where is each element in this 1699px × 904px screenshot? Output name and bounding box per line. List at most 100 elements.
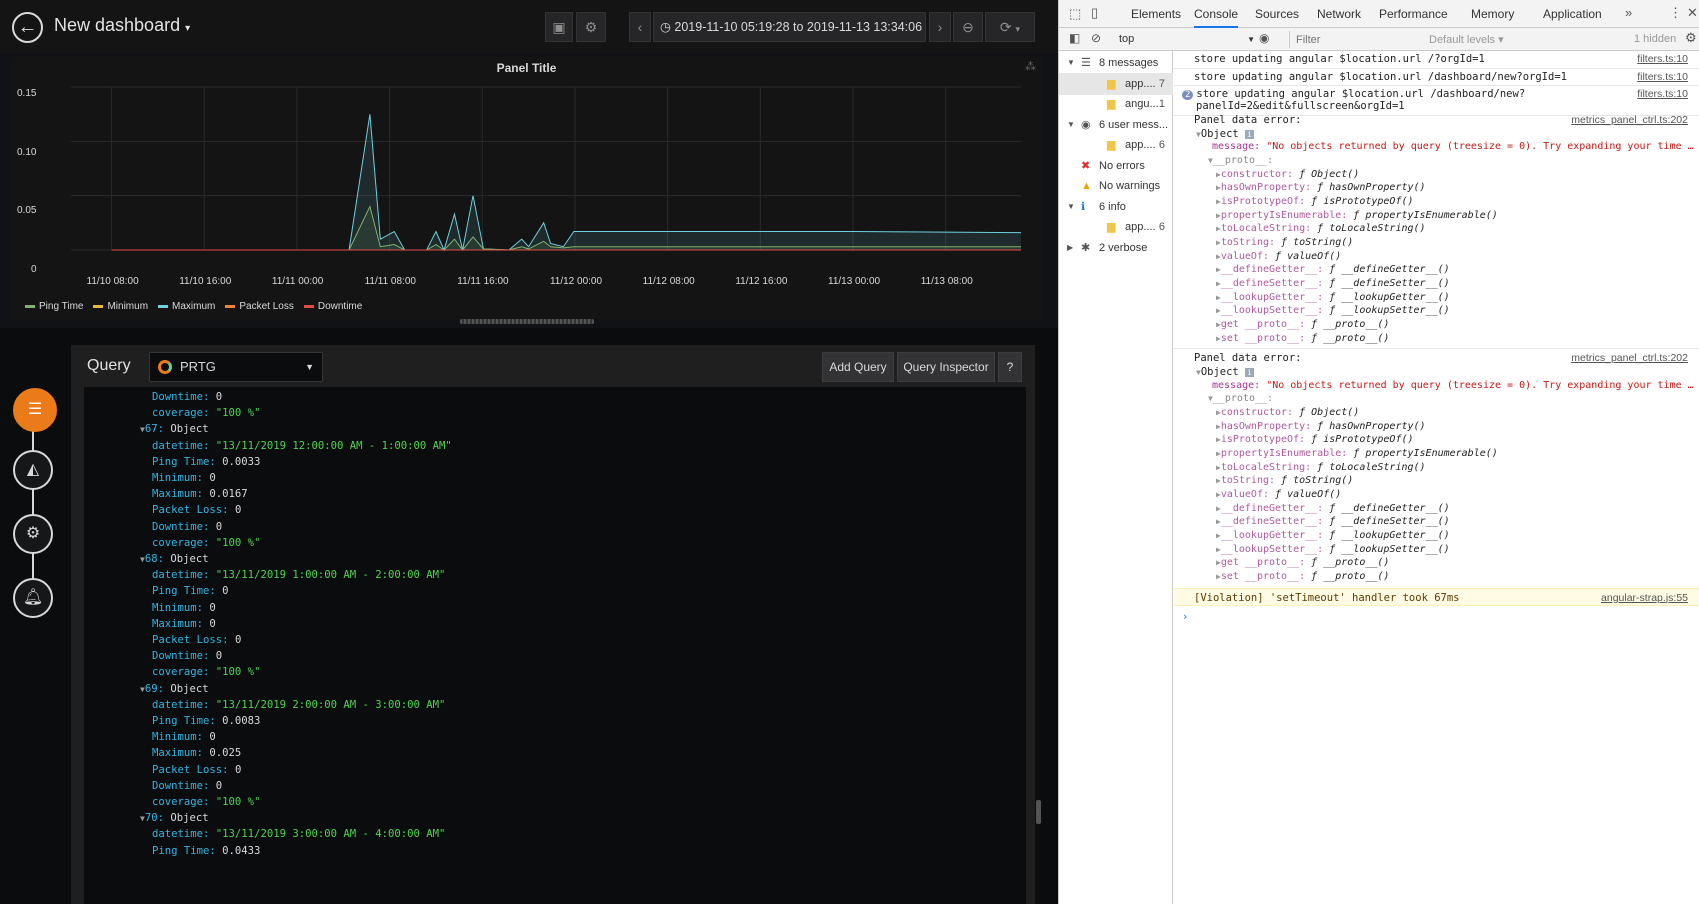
queries-tab[interactable]: ☰ bbox=[13, 388, 57, 432]
source-link[interactable]: filters.ts:10 bbox=[1637, 53, 1688, 65]
console-sidebar: ▼ ☰ 8 messages ▆ app.... 7 ▆ angu... 1 ▼ ◉ 6 user m… bbox=[1059, 51, 1173, 904]
proto-property[interactable]: ▶toLocaleString: ƒ toLocaleString() bbox=[1216, 462, 1426, 473]
context-select[interactable]: top ▼ bbox=[1119, 31, 1259, 48]
time-shift-forward-button[interactable]: › bbox=[929, 12, 951, 42]
clear-console-icon[interactable]: ⊘ bbox=[1091, 31, 1101, 45]
console-sidebar-item[interactable]: ▆ app.... 6 bbox=[1059, 134, 1173, 156]
proto-property[interactable]: ▶isPrototypeOf: ƒ isPrototypeOf() bbox=[1216, 434, 1414, 445]
source-link[interactable]: angular-strap.js:55 bbox=[1601, 592, 1688, 604]
dashboard-settings-button[interactable]: ⚙ bbox=[576, 12, 606, 42]
legend-item[interactable]: Downtime bbox=[303, 301, 362, 312]
source-link[interactable]: filters.ts:10 bbox=[1637, 88, 1688, 100]
zoom-out-button[interactable]: ⊖ bbox=[953, 12, 983, 42]
proto-property[interactable]: ▶__lookupGetter__: ƒ __lookupGetter__() bbox=[1216, 292, 1450, 303]
tab-sources[interactable]: Sources bbox=[1255, 7, 1299, 21]
proto-property[interactable]: ▶__defineGetter__: ƒ __defineGetter__() bbox=[1216, 503, 1450, 514]
help-button[interactable]: ? bbox=[998, 352, 1022, 382]
proto-property[interactable]: ▶set __proto__: ƒ __proto__() bbox=[1216, 571, 1389, 582]
proto-property[interactable]: ▶__lookupSetter__: ƒ __lookupSetter__() bbox=[1216, 305, 1450, 316]
tab-memory[interactable]: Memory bbox=[1471, 7, 1514, 21]
console-sidebar-item[interactable]: ▲ No warnings bbox=[1059, 175, 1173, 197]
editor-scrollbar[interactable] bbox=[1036, 800, 1041, 824]
proto-property[interactable]: ▶__lookupGetter__: ƒ __lookupGetter__() bbox=[1216, 530, 1450, 541]
visualization-tab[interactable]: ◭ bbox=[13, 450, 53, 490]
query-inspector-button[interactable]: Query Inspector bbox=[897, 352, 995, 382]
sidebar-toggle-icon[interactable]: ◧ bbox=[1069, 31, 1080, 45]
proto-property[interactable]: ▶toLocaleString: ƒ toLocaleString() bbox=[1216, 223, 1426, 234]
general-tab[interactable]: ⚙ bbox=[13, 514, 53, 554]
dashboard-title-button[interactable]: New dashboard ▾ bbox=[54, 15, 190, 36]
tab-elements[interactable]: Elements bbox=[1131, 7, 1181, 21]
console-sidebar-item[interactable]: ▆ app.... 7 bbox=[1059, 72, 1173, 95]
tab-performance[interactable]: Performance bbox=[1379, 7, 1448, 21]
graph-plot[interactable] bbox=[11, 57, 1042, 277]
back-button[interactable]: ← bbox=[12, 12, 43, 43]
legend-item[interactable]: Maximum bbox=[158, 301, 215, 312]
json-object-node[interactable]: ▼68: Object bbox=[140, 551, 209, 567]
object-node[interactable]: ▼Object i bbox=[1196, 366, 1255, 378]
kebab-menu-icon[interactable]: ⋮ bbox=[1669, 5, 1682, 21]
save-dashboard-button[interactable]: ▣ bbox=[545, 12, 573, 42]
proto-property[interactable]: ▶get __proto__: ƒ __proto__() bbox=[1216, 319, 1389, 330]
inspect-element-icon[interactable]: ⬚ bbox=[1069, 6, 1081, 22]
console-sidebar-item[interactable]: ▼ ☰ 8 messages bbox=[1059, 52, 1173, 74]
console-sidebar-item[interactable]: ▆ app.... 6 bbox=[1059, 216, 1173, 238]
proto-property[interactable]: ▶valueOf: ƒ valueOf() bbox=[1216, 489, 1341, 500]
proto-node[interactable]: ▼__proto__: bbox=[1208, 155, 1273, 166]
source-link[interactable]: metrics_panel_ctrl.ts:202 bbox=[1571, 352, 1688, 364]
legend-item[interactable]: Ping Time bbox=[25, 301, 83, 312]
time-picker-button[interactable]: ◷ 2019-11-10 05:19:28 to 2019-11-13 13:3… bbox=[653, 12, 926, 42]
console-sidebar-item[interactable]: ▶ ✱ 2 verbose bbox=[1059, 237, 1173, 259]
proto-property[interactable]: ▶propertyIsEnumerable: ƒ propertyIsEnume… bbox=[1216, 210, 1498, 221]
json-object-node[interactable]: ▼67: Object bbox=[140, 421, 209, 437]
close-icon[interactable]: ✕ bbox=[1687, 5, 1698, 21]
datasource-select[interactable]: PRTG ▼ bbox=[149, 352, 323, 382]
add-query-button[interactable]: Add Query bbox=[822, 352, 894, 382]
proto-property[interactable]: ▶hasOwnProperty: ƒ hasOwnProperty() bbox=[1216, 182, 1426, 193]
proto-property[interactable]: ▶valueOf: ƒ valueOf() bbox=[1216, 251, 1341, 262]
tab-network[interactable]: Network bbox=[1317, 7, 1361, 21]
device-toolbar-icon[interactable]: ▯ bbox=[1091, 5, 1098, 21]
panel-resize-handle[interactable] bbox=[460, 319, 594, 324]
proto-property[interactable]: ▶constructor: ƒ Object() bbox=[1216, 407, 1359, 418]
console-sidebar-item[interactable]: ▼ ◉ 6 user mess... bbox=[1059, 114, 1173, 136]
proto-property[interactable]: ▶set __proto__: ƒ __proto__() bbox=[1216, 333, 1389, 344]
proto-property[interactable]: ▶__defineGetter__: ƒ __defineGetter__() bbox=[1216, 264, 1450, 275]
proto-property[interactable]: ▶toString: ƒ toString() bbox=[1216, 475, 1353, 486]
settings-icon[interactable]: ⚙ bbox=[1685, 30, 1697, 46]
source-link[interactable]: filters.ts:10 bbox=[1637, 71, 1688, 83]
query-inspector-output[interactable]: Downtime: 0 coverage: "100 %" ▼67: Object d… bbox=[84, 387, 1026, 904]
source-link[interactable]: metrics_panel_ctrl.ts:202 bbox=[1571, 114, 1688, 126]
console-sidebar-item[interactable]: ▼ ℹ 6 info bbox=[1059, 196, 1173, 218]
tab-console[interactable]: Console bbox=[1194, 7, 1239, 28]
filter-input[interactable] bbox=[1289, 31, 1409, 48]
json-object-node[interactable]: ▼70: Object bbox=[140, 810, 209, 826]
console-log-message: store updating angular $location.url /?o… bbox=[1194, 53, 1485, 65]
json-object-node[interactable]: ▼69: Object bbox=[140, 681, 209, 697]
proto-property[interactable]: ▶__defineSetter__: ƒ __defineSetter__() bbox=[1216, 278, 1450, 289]
refresh-button[interactable]: ⟳ ▾ bbox=[985, 12, 1035, 42]
log-levels-select[interactable]: Default levels ▾ bbox=[1429, 33, 1504, 46]
time-shift-back-button[interactable]: ‹ bbox=[629, 12, 651, 42]
console-prompt[interactable]: › bbox=[1182, 611, 1188, 623]
console-sidebar-item[interactable]: ▆ angu... 1 bbox=[1059, 93, 1173, 115]
proto-property[interactable]: ▶__lookupSetter__: ƒ __lookupSetter__() bbox=[1216, 544, 1450, 555]
legend-item[interactable]: Minimum bbox=[93, 301, 148, 312]
console-sidebar-item[interactable]: ✖ No errors bbox=[1059, 155, 1173, 177]
proto-property[interactable]: ▶hasOwnProperty: ƒ hasOwnProperty() bbox=[1216, 421, 1426, 432]
proto-property[interactable]: ▶constructor: ƒ Object() bbox=[1216, 169, 1359, 180]
proto-property[interactable]: ▶toString: ƒ toString() bbox=[1216, 237, 1353, 248]
json-property: Packet Loss: 0 bbox=[152, 504, 242, 517]
alert-tab[interactable]: 🔔︎ bbox=[13, 578, 53, 618]
proto-property[interactable]: ▶isPrototypeOf: ƒ isPrototypeOf() bbox=[1216, 196, 1414, 207]
object-node[interactable]: ▼Object i bbox=[1196, 128, 1255, 140]
tab-application[interactable]: Application bbox=[1543, 7, 1602, 21]
more-tabs-icon[interactable]: » bbox=[1625, 5, 1632, 20]
eye-icon[interactable]: ◉ bbox=[1259, 31, 1269, 45]
legend-item[interactable]: Packet Loss bbox=[225, 301, 294, 312]
tree-toggle-icon: ▼ bbox=[1067, 119, 1075, 129]
proto-property[interactable]: ▶__defineSetter__: ƒ __defineSetter__() bbox=[1216, 516, 1450, 527]
proto-property[interactable]: ▶get __proto__: ƒ __proto__() bbox=[1216, 557, 1389, 568]
proto-node[interactable]: ▼__proto__: bbox=[1208, 393, 1273, 404]
proto-property[interactable]: ▶propertyIsEnumerable: ƒ propertyIsEnume… bbox=[1216, 448, 1498, 459]
